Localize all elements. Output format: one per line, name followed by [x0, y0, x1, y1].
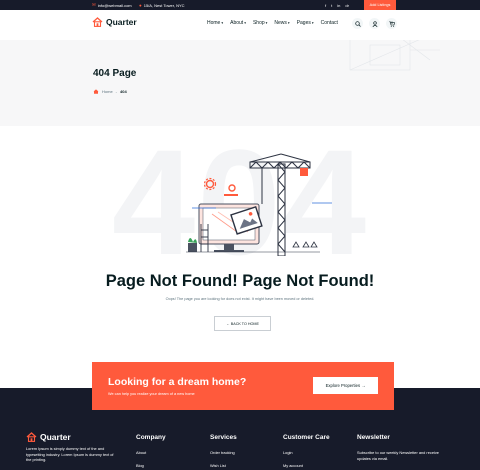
breadcrumb-home[interactable]: Home — [102, 89, 113, 94]
cta-banner: Looking for a dream home? We can help yo… — [92, 362, 394, 410]
footer-logo[interactable]: Quarter — [26, 432, 71, 442]
footer-col-title: Newsletter — [357, 434, 390, 441]
nav-contact-label: Contact — [320, 20, 338, 26]
facebook-icon[interactable]: f — [325, 3, 326, 8]
nav-home-label: Home — [207, 20, 221, 26]
chevron-down-icon: ▾ — [244, 21, 246, 25]
add-listing-button[interactable]: Add Listings — [364, 0, 396, 10]
nav-pages-label: Pages — [296, 20, 311, 26]
footer-col-services: Services Order tracking Wish List — [210, 434, 237, 470]
chevron-down-icon: ▾ — [221, 21, 224, 25]
footer-brand-name: Quarter — [40, 432, 71, 442]
nav-contact[interactable]: Contact — [321, 20, 338, 26]
footer-link[interactable]: About — [136, 450, 166, 455]
footer-col-title: Company — [136, 434, 166, 441]
user-icon — [372, 20, 377, 27]
404-illustration: 404 — [112, 146, 366, 256]
chevron-down-icon: ▾ — [311, 21, 314, 25]
breadcrumb-current: 404 — [120, 89, 127, 94]
home-icon — [93, 89, 99, 94]
house-logo-icon — [92, 17, 103, 27]
chevron-down-icon: ▾ — [287, 21, 290, 25]
footer-description: Lorem Ipsum is simply dummy text of the … — [26, 446, 114, 463]
nav-about-label: About — [230, 20, 244, 26]
topbar-address: ● 15/A, Nest Tower, NYC — [139, 0, 185, 10]
breadcrumb: Home - 404 — [93, 89, 127, 94]
footer-link[interactable]: Order tracking — [210, 450, 237, 455]
cta-title: Looking for a dream home? — [108, 376, 247, 388]
nav-home[interactable]: Home▾ — [207, 20, 223, 26]
cta-subtitle: We can help you realize your dream of a … — [108, 392, 195, 396]
nav-news-label: News — [274, 20, 287, 26]
house-logo-icon — [26, 432, 37, 442]
explore-properties-button[interactable]: Explore Properties → — [313, 377, 378, 394]
blueprint-decoration — [349, 40, 440, 71]
nav-shop-label: Shop — [252, 20, 265, 26]
twitter-icon[interactable]: t — [331, 3, 332, 8]
back-to-home-button[interactable]: ← BACK TO HOME — [214, 316, 271, 331]
footer-link[interactable]: Blog — [136, 463, 166, 468]
cart-count-badge: 0 — [391, 21, 393, 25]
newsletter-text: Subscribe to our weekly Newsletter and r… — [357, 450, 439, 461]
footer-col-title: Services — [210, 434, 237, 441]
top-bar: ✉ info@webmail.com ● 15/A, Nest Tower, N… — [0, 0, 480, 10]
nav-pages[interactable]: Pages▾ — [297, 20, 314, 26]
footer-link[interactable]: Wish List — [210, 463, 237, 468]
nav-shop[interactable]: Shop▾ — [253, 20, 267, 26]
brand-logo[interactable]: Quarter — [92, 17, 137, 27]
page-title: 404 Page — [93, 68, 137, 79]
footer-link[interactable]: My account — [283, 463, 330, 468]
nav-about[interactable]: About▾ — [230, 20, 246, 26]
topbar-email-text: info@webmail.com — [97, 2, 132, 8]
linkedin-icon[interactable]: in — [337, 3, 340, 8]
topbar-email[interactable]: ✉ info@webmail.com — [92, 0, 132, 10]
account-button[interactable] — [369, 18, 380, 29]
map-pin-icon: ● — [139, 2, 142, 8]
search-button[interactable] — [352, 18, 363, 29]
social-links: f t in dr — [325, 0, 349, 10]
footer-col-newsletter: Newsletter Subscribe to our weekly Newsl… — [357, 434, 447, 462]
footer-col-customer-care: Customer Care Login My account — [283, 434, 330, 470]
main-nav: Home▾ About▾ Shop▾ News▾ Pages▾ Contact — [207, 20, 338, 26]
page-banner: 404 Page Home - 404 — [0, 40, 480, 126]
footer-col-company: Company About Blog — [136, 434, 166, 470]
nav-news[interactable]: News▾ — [274, 20, 289, 26]
footer-link[interactable]: Login — [283, 450, 330, 455]
mail-icon: ✉ — [92, 2, 96, 7]
brand-name: Quarter — [106, 17, 137, 27]
error-heading: Page Not Found! Page Not Found! — [105, 272, 375, 290]
chevron-down-icon: ▾ — [265, 21, 268, 25]
breadcrumb-separator: - — [115, 89, 118, 94]
footer-col-title: Customer Care — [283, 434, 330, 441]
topbar-address-text: 15/A, Nest Tower, NYC — [143, 2, 185, 8]
search-icon — [354, 20, 361, 27]
error-message: Oops! The page you are looking for does … — [165, 297, 315, 301]
dribbble-icon[interactable]: dr — [345, 3, 349, 8]
